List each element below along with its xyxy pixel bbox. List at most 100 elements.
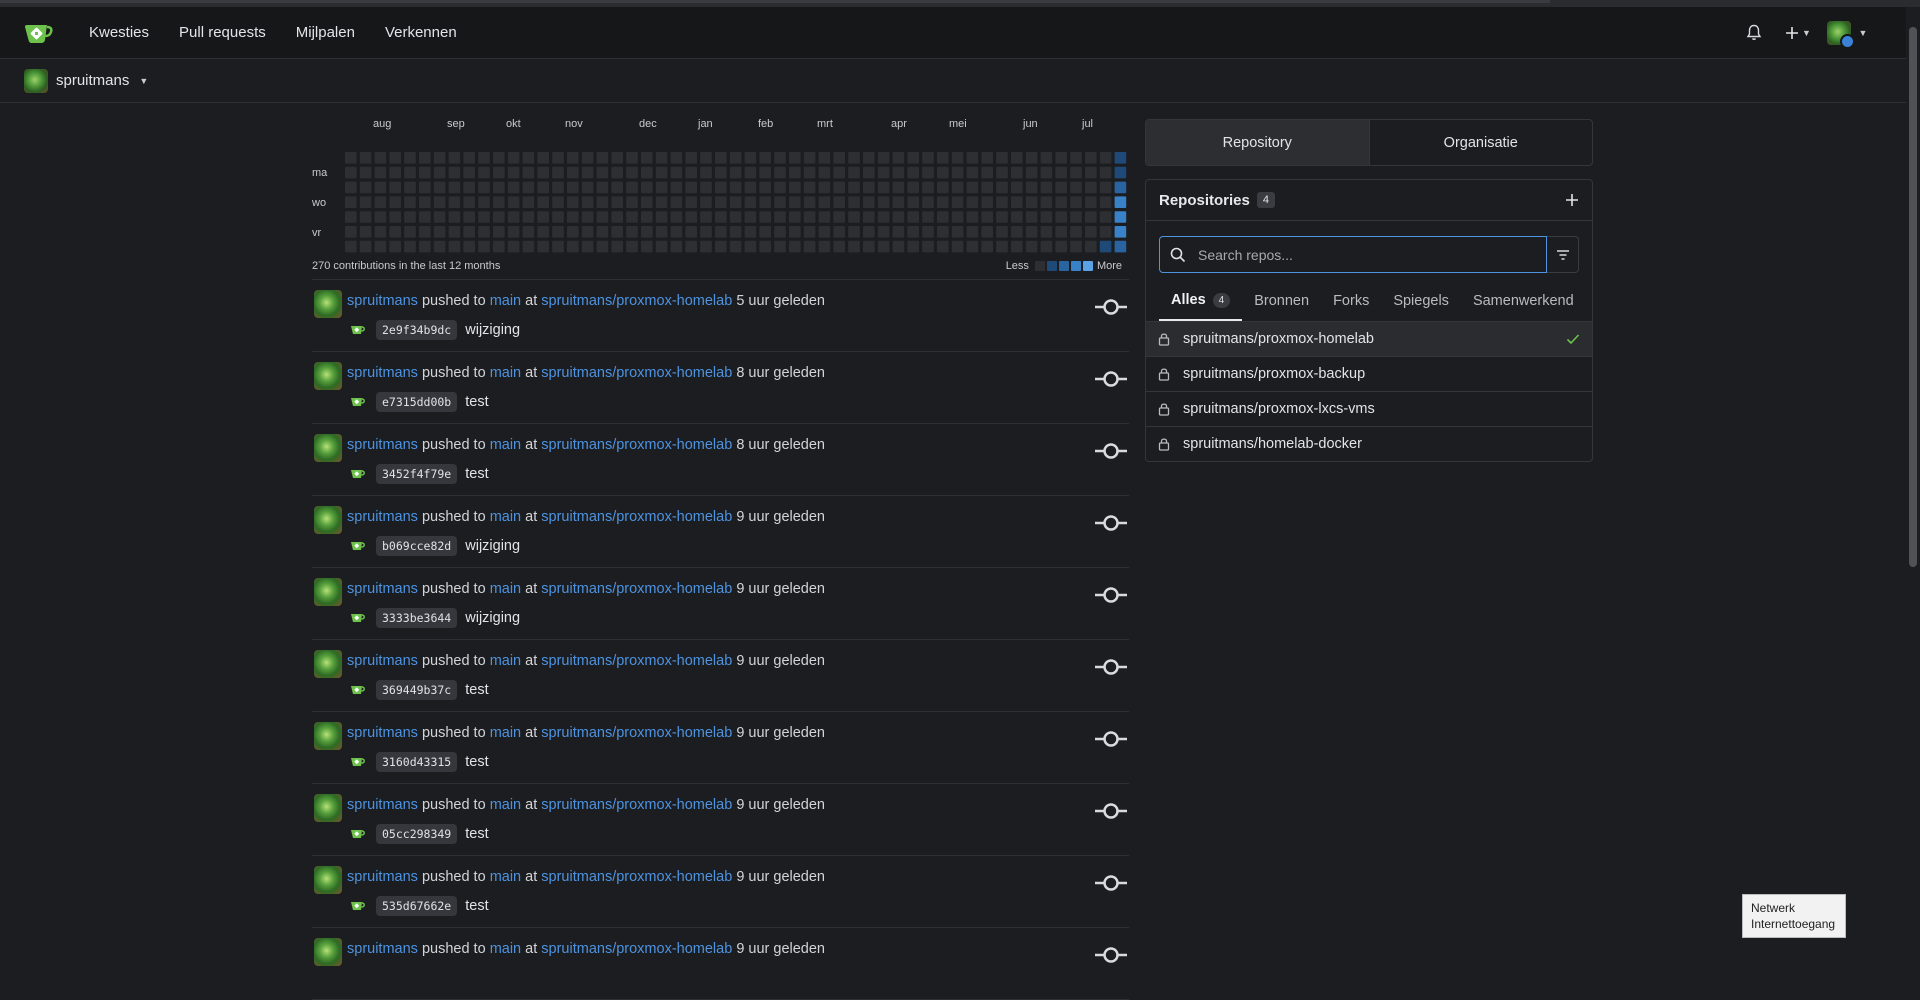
- heatmap-cell: [863, 181, 875, 194]
- heatmap-cell: [996, 226, 1008, 238]
- feed-user-link[interactable]: spruitmans: [347, 293, 418, 309]
- feed-user-link[interactable]: spruitmans: [347, 725, 418, 741]
- heatmap-cell: [389, 240, 401, 253]
- nav-kwesties[interactable]: Kwesties: [74, 24, 164, 41]
- feed-commit: 535d67662e test: [350, 896, 489, 916]
- tab-samenwerkend[interactable]: Samenwerkend: [1461, 281, 1586, 321]
- heatmap-cell: [789, 240, 801, 253]
- heatmap-cell: [700, 226, 712, 238]
- heatmap-cell: [552, 196, 564, 208]
- commit-sha[interactable]: 369449b37c: [376, 680, 458, 700]
- context-user-switcher[interactable]: spruitmans ▼: [24, 68, 148, 93]
- heatmap-cell: [833, 211, 845, 223]
- feed-branch-link[interactable]: main: [490, 365, 521, 381]
- feed-avatar[interactable]: [314, 938, 342, 966]
- feed-repo-link[interactable]: spruitmans/proxmox-homelab: [541, 653, 732, 669]
- feed-repo-link[interactable]: spruitmans/proxmox-homelab: [541, 293, 732, 309]
- feed-user-link[interactable]: spruitmans: [347, 581, 418, 597]
- feed-commit: 3452f4f79e test: [350, 464, 489, 484]
- commit-sha[interactable]: 535d67662e: [376, 896, 458, 916]
- month-label: jun: [1023, 118, 1038, 130]
- feed-repo-link[interactable]: spruitmans/proxmox-homelab: [541, 437, 732, 453]
- heatmap-cell: [596, 226, 609, 238]
- gitea-logo-icon[interactable]: [22, 19, 54, 47]
- commit-sha[interactable]: b069cce82d: [376, 536, 458, 556]
- repo-list-item[interactable]: spruitmans/proxmox-homelab: [1146, 322, 1592, 357]
- feed-repo-link[interactable]: spruitmans/proxmox-homelab: [541, 941, 732, 957]
- commit-sha[interactable]: 3160d43315: [376, 752, 458, 772]
- scrollbar-thumb[interactable]: [1909, 27, 1917, 567]
- feed-repo-link[interactable]: spruitmans/proxmox-homelab: [541, 869, 732, 885]
- feed-avatar[interactable]: [314, 290, 342, 318]
- user-menu[interactable]: ▼: [1822, 13, 1872, 53]
- feed-branch-link[interactable]: main: [490, 725, 521, 741]
- feed-avatar[interactable]: [314, 578, 342, 606]
- feed-repo-link[interactable]: spruitmans/proxmox-homelab: [541, 725, 732, 741]
- feed-at: at: [525, 797, 538, 813]
- new-repo-plus-icon[interactable]: [1565, 193, 1579, 207]
- feed-user-link[interactable]: spruitmans: [347, 869, 418, 885]
- page-scrollbar[interactable]: [1906, 7, 1920, 954]
- feed-user-link[interactable]: spruitmans: [347, 509, 418, 525]
- commit-sha[interactable]: e7315dd00b: [376, 392, 458, 412]
- feed-avatar[interactable]: [314, 506, 342, 534]
- feed-avatar[interactable]: [314, 866, 342, 894]
- feed-repo-link[interactable]: spruitmans/proxmox-homelab: [541, 509, 732, 525]
- feed-item: spruitmans pushed to main at spruitmans/…: [312, 496, 1129, 568]
- nav-pull-requests[interactable]: Pull requests: [164, 24, 281, 41]
- create-new-menu[interactable]: ▼: [1774, 13, 1822, 53]
- feed-branch-link[interactable]: main: [490, 941, 521, 957]
- feed-avatar[interactable]: [314, 650, 342, 678]
- feed-branch-link[interactable]: main: [490, 581, 521, 597]
- heatmap-cell: [951, 240, 964, 253]
- toggle-organisatie[interactable]: Organisatie: [1370, 120, 1593, 165]
- nav-verkennen[interactable]: Verkennen: [370, 24, 472, 41]
- commit-sha[interactable]: 2e9f34b9dc: [376, 320, 458, 340]
- feed-branch-link[interactable]: main: [490, 293, 521, 309]
- commit-message: test: [465, 754, 489, 770]
- commit-sha[interactable]: 3333be3644: [376, 608, 458, 628]
- feed-repo-link[interactable]: spruitmans/proxmox-homelab: [541, 365, 732, 381]
- notifications-bell-icon[interactable]: [1734, 13, 1774, 53]
- feed-branch-link[interactable]: main: [490, 437, 521, 453]
- feed-summary: spruitmans pushed to main at spruitmans/…: [347, 869, 825, 885]
- feed-user-link[interactable]: spruitmans: [347, 653, 418, 669]
- feed-branch-link[interactable]: main: [490, 509, 521, 525]
- repo-list-item[interactable]: spruitmans/proxmox-backup: [1146, 357, 1592, 392]
- heatmap-cell: [1055, 196, 1067, 208]
- toggle-repository[interactable]: Repository: [1146, 120, 1370, 165]
- heatmap-cell: [996, 240, 1008, 253]
- feed-user-link[interactable]: spruitmans: [347, 437, 418, 453]
- feed-branch-link[interactable]: main: [490, 653, 521, 669]
- feed-user-link[interactable]: spruitmans: [347, 365, 418, 381]
- repo-list-item[interactable]: spruitmans/proxmox-lxcs-vms: [1146, 392, 1592, 427]
- heatmap-cell: [789, 181, 801, 194]
- filter-icon[interactable]: [1547, 236, 1579, 273]
- feed-branch-link[interactable]: main: [490, 797, 521, 813]
- tab-spiegels[interactable]: Spiegels: [1381, 281, 1461, 321]
- nav-mijlpalen[interactable]: Mijlpalen: [281, 24, 370, 41]
- heatmap-cell: [1040, 226, 1053, 238]
- feed-avatar[interactable]: [314, 362, 342, 390]
- feed-avatar[interactable]: [314, 434, 342, 462]
- tab-forks[interactable]: Forks: [1321, 281, 1381, 321]
- heatmap-cell: [863, 240, 875, 253]
- repo-org-toggle: Repository Organisatie: [1145, 119, 1593, 166]
- feed-repo-link[interactable]: spruitmans/proxmox-homelab: [541, 581, 732, 597]
- commit-sha[interactable]: 3452f4f79e: [376, 464, 458, 484]
- feed-summary: spruitmans pushed to main at spruitmans/…: [347, 437, 825, 453]
- feed-avatar[interactable]: [314, 794, 342, 822]
- heatmap-cell: [374, 196, 387, 208]
- repositories-count: 4: [1256, 192, 1275, 208]
- commit-sha[interactable]: 05cc298349: [376, 824, 458, 844]
- feed-user-link[interactable]: spruitmans: [347, 797, 418, 813]
- tab-alles[interactable]: Alles 4: [1159, 281, 1243, 321]
- feed-repo-link[interactable]: spruitmans/proxmox-homelab: [541, 797, 732, 813]
- repo-search-input[interactable]: [1196, 245, 1530, 264]
- feed-user-link[interactable]: spruitmans: [347, 941, 418, 957]
- feed-at: at: [525, 725, 538, 741]
- tab-bronnen[interactable]: Bronnen: [1242, 281, 1321, 321]
- feed-avatar[interactable]: [314, 722, 342, 750]
- repo-list-item[interactable]: spruitmans/homelab-docker: [1146, 427, 1592, 461]
- feed-branch-link[interactable]: main: [490, 869, 521, 885]
